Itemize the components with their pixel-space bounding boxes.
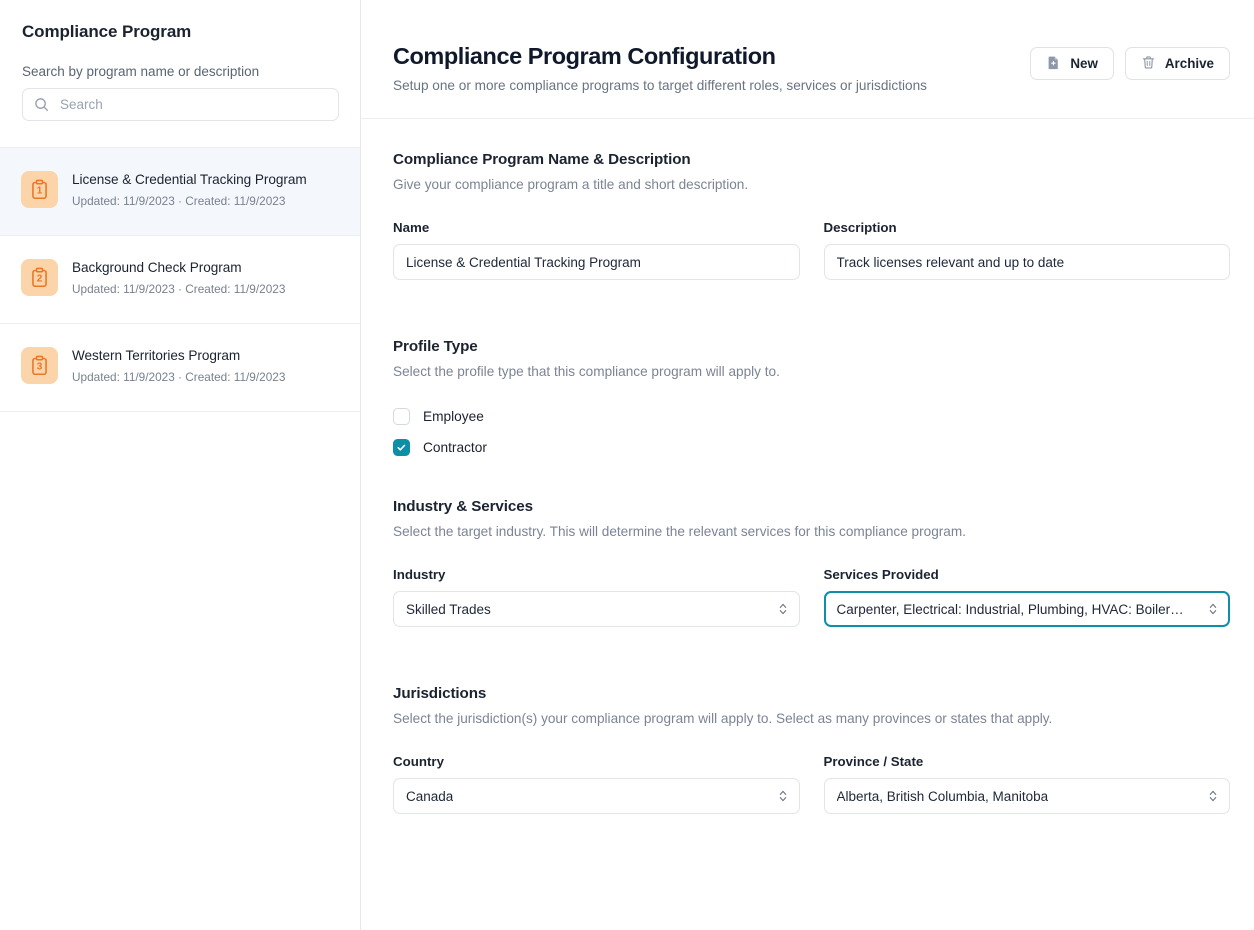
- check-icon: [397, 444, 406, 451]
- checkbox-contractor[interactable]: [393, 439, 410, 456]
- industry-field-label: Industry: [393, 567, 446, 582]
- name-input-value: License & Credential Tracking Program: [406, 254, 641, 270]
- checkbox-row-employee[interactable]: Employee: [393, 408, 1230, 425]
- name-input[interactable]: License & Credential Tracking Program: [393, 244, 800, 280]
- province-field-label: Province / State: [823, 754, 924, 769]
- services-select[interactable]: Carpenter, Electrical: Industrial, Plumb…: [823, 591, 1230, 627]
- program-list-item-1[interactable]: 1 License & Credential Tracking Program …: [0, 148, 360, 236]
- sidebar: Compliance Program Search by program nam…: [0, 0, 361, 930]
- program-list-item-3[interactable]: 3 Western Territories Program Updated: 1…: [0, 324, 360, 412]
- industry-select-value: Skilled Trades: [406, 601, 491, 617]
- page-header-text: Compliance Program Configuration Setup o…: [393, 42, 927, 95]
- chevron-updown-icon: [777, 788, 789, 804]
- country-select-value: Canada: [406, 788, 454, 804]
- file-plus-icon: [1046, 55, 1061, 73]
- checkbox-row-contractor[interactable]: Contractor: [393, 439, 1230, 456]
- profile-type-options: Employee Contractor: [393, 408, 1230, 456]
- section-desc-profile: Select the profile type that this compli…: [393, 364, 780, 379]
- program-list-item-2[interactable]: 2 Background Check Program Updated: 11/9…: [0, 236, 360, 324]
- description-input[interactable]: Track licenses relevant and up to date: [823, 244, 1230, 280]
- name-field: Name License & Credential Tracking Progr…: [393, 220, 800, 280]
- name-field-label: Name: [393, 220, 430, 235]
- page-subtitle: Setup one or more compliance programs to…: [393, 78, 927, 93]
- description-field: Description Track licenses relevant and …: [823, 220, 1230, 280]
- checkbox-contractor-label: Contractor: [423, 440, 487, 455]
- main-panel: Compliance Program Configuration Setup o…: [361, 0, 1254, 930]
- clipboard-icon: 2: [21, 259, 58, 296]
- page-title: Compliance Program Configuration: [393, 43, 776, 69]
- province-select[interactable]: Alberta, British Columbia, Manitoba: [823, 778, 1230, 814]
- search-label: Search by program name or description: [22, 64, 260, 79]
- program-name: License & Credential Tracking Program: [72, 172, 307, 187]
- section-title-name: Compliance Program Name & Description: [393, 151, 691, 168]
- industry-services-section: Industry & Services Select the target in…: [393, 498, 1230, 627]
- industry-field: Industry Skilled Trades: [393, 567, 800, 627]
- archive-button-label: Archive: [1164, 56, 1214, 71]
- clipboard-icon: 3: [21, 347, 58, 384]
- jurisdiction-fields: Country Canada Province / State Alberta,…: [393, 754, 1230, 814]
- header-actions: New Archive: [1030, 47, 1230, 80]
- country-select[interactable]: Canada: [393, 778, 800, 814]
- services-field: Services Provided Carpenter, Electrical:…: [823, 567, 1230, 627]
- section-desc-name: Give your compliance program a title and…: [393, 177, 749, 192]
- chevron-updown-icon: [777, 601, 789, 617]
- industry-services-fields: Industry Skilled Trades Services Provide…: [393, 567, 1230, 627]
- trash-icon: [1141, 55, 1156, 73]
- description-input-value: Track licenses relevant and up to date: [836, 254, 1065, 270]
- chevron-updown-icon: [1207, 788, 1219, 804]
- program-meta: Updated: 11/9/2023 · Created: 11/9/2023: [72, 370, 286, 384]
- checkbox-employee-label: Employee: [423, 409, 484, 424]
- app-root: Compliance Program Search by program nam…: [0, 0, 1254, 930]
- industry-select[interactable]: Skilled Trades: [393, 591, 800, 627]
- clipboard-icon: 1: [21, 171, 58, 208]
- section-desc-jurisdictions: Select the jurisdiction(s) your complian…: [393, 711, 1053, 726]
- program-item-text: Western Territories Program Updated: 11/…: [72, 345, 285, 385]
- search-icon: [34, 97, 49, 112]
- country-field-label: Country: [393, 754, 444, 769]
- form-content: Compliance Program Name & Description Gi…: [361, 119, 1254, 814]
- new-button-label: New: [1070, 56, 1098, 71]
- program-name: Background Check Program: [72, 260, 242, 275]
- section-desc-industry: Select the target industry. This will de…: [393, 524, 966, 539]
- province-field: Province / State Alberta, British Columb…: [823, 754, 1230, 814]
- section-title-jurisdictions: Jurisdictions: [393, 685, 487, 702]
- section-title-profile: Profile Type: [393, 338, 478, 355]
- description-field-label: Description: [823, 220, 897, 235]
- program-meta: Updated: 11/9/2023 · Created: 11/9/2023: [72, 282, 286, 296]
- page-header: Compliance Program Configuration Setup o…: [361, 0, 1254, 119]
- search-input[interactable]: [58, 96, 298, 113]
- sidebar-title: Compliance Program: [22, 22, 192, 41]
- services-field-label: Services Provided: [823, 567, 939, 582]
- profile-type-section: Profile Type Select the profile type tha…: [393, 338, 1230, 456]
- program-name: Western Territories Program: [72, 348, 241, 363]
- province-select-value: Alberta, British Columbia, Manitoba: [836, 788, 1049, 804]
- search-box[interactable]: [22, 88, 339, 121]
- country-field: Country Canada: [393, 754, 800, 814]
- program-list: 1 License & Credential Tracking Program …: [0, 147, 360, 412]
- sidebar-header: Compliance Program Search by program nam…: [0, 0, 360, 121]
- program-item-text: Background Check Program Updated: 11/9/2…: [72, 257, 285, 297]
- services-select-value: Carpenter, Electrical: Industrial, Plumb…: [836, 601, 1184, 617]
- program-meta: Updated: 11/9/2023 · Created: 11/9/2023: [72, 194, 286, 208]
- name-description-fields: Name License & Credential Tracking Progr…: [393, 220, 1230, 280]
- new-button[interactable]: New: [1030, 47, 1114, 80]
- checkbox-employee[interactable]: [393, 408, 410, 425]
- jurisdictions-section: Jurisdictions Select the jurisdiction(s)…: [393, 685, 1230, 814]
- name-description-section: Compliance Program Name & Description Gi…: [393, 151, 1230, 280]
- section-title-industry: Industry & Services: [393, 498, 533, 515]
- program-item-text: License & Credential Tracking Program Up…: [72, 169, 307, 209]
- archive-button[interactable]: Archive: [1124, 47, 1230, 80]
- chevron-updown-icon: [1207, 601, 1219, 617]
